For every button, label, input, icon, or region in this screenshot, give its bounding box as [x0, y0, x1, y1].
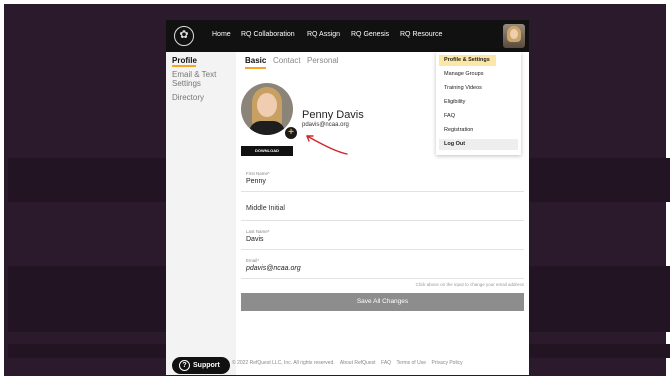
- tab-active-indicator: [245, 67, 266, 69]
- sidebar-item-email-text-settings[interactable]: Email & Text Settings: [172, 70, 232, 88]
- menu-item-faq[interactable]: FAQ: [439, 111, 518, 122]
- footer-link-terms[interactable]: Terms of Use: [397, 360, 426, 366]
- first-name-value[interactable]: Penny: [246, 178, 266, 185]
- email-value[interactable]: pdavis@ncaa.org: [246, 265, 301, 272]
- nav-home[interactable]: Home: [212, 31, 231, 38]
- email-label: Email*: [246, 258, 260, 263]
- menu-item-manage-groups[interactable]: Manage Groups: [439, 69, 518, 80]
- photo-body: [249, 121, 285, 135]
- first-name-field[interactable]: First Name* Penny: [241, 167, 524, 192]
- sidebar: Profile Email & Text Settings Directory: [166, 52, 236, 375]
- user-avatar-button[interactable]: [503, 24, 525, 48]
- footer-copyright: © 2022 RefQuest LLC, Inc. All rights res…: [232, 360, 335, 366]
- help-question-icon: ?: [179, 360, 190, 371]
- avatar-face: [510, 29, 518, 39]
- save-all-changes-button[interactable]: Save All Changes: [241, 293, 524, 311]
- photo-face: [257, 93, 277, 117]
- tab-personal[interactable]: Personal: [307, 56, 339, 65]
- top-navigation-bar: ✿ Home RQ Collaboration RQ Assign RQ Gen…: [166, 20, 529, 52]
- menu-item-eligibility[interactable]: Eligibility: [439, 97, 518, 108]
- profile-email: pdavis@ncaa.org: [302, 122, 349, 128]
- menu-item-training-videos[interactable]: Training Videos: [439, 83, 518, 94]
- tab-contact[interactable]: Contact: [273, 56, 301, 65]
- nav-rq-resource[interactable]: RQ Resource: [400, 31, 442, 38]
- middle-initial-field[interactable]: Middle Initial: [241, 196, 524, 221]
- nav-rq-genesis[interactable]: RQ Genesis: [351, 31, 389, 38]
- last-name-label: Last Name*: [246, 229, 270, 234]
- support-button[interactable]: ? Support: [172, 357, 230, 374]
- first-name-label: First Name*: [246, 171, 270, 176]
- last-name-field[interactable]: Last Name* Davis: [241, 225, 524, 250]
- support-label: Support: [193, 362, 220, 369]
- nav-rq-collaboration[interactable]: RQ Collaboration: [241, 31, 295, 38]
- email-field[interactable]: Email* pdavis@ncaa.org: [241, 254, 524, 279]
- add-photo-icon[interactable]: +: [285, 127, 297, 139]
- nav-rq-assign[interactable]: RQ Assign: [307, 31, 340, 38]
- profile-dropdown-menu: Profile & Settings Manage Groups Trainin…: [436, 52, 521, 155]
- menu-item-registration[interactable]: Registration: [439, 125, 518, 136]
- menu-item-log-out[interactable]: Log Out: [439, 139, 518, 150]
- profile-name: Penny Davis: [302, 109, 364, 121]
- footer-link-about[interactable]: About RefQuest: [340, 360, 376, 366]
- red-annotation-arrow-icon: [306, 135, 348, 155]
- middle-initial-placeholder[interactable]: Middle Initial: [246, 205, 285, 212]
- footer-link-faq[interactable]: FAQ: [381, 360, 391, 366]
- menu-item-profile-settings[interactable]: Profile & Settings: [439, 55, 496, 66]
- sidebar-item-directory[interactable]: Directory: [172, 93, 204, 102]
- tab-basic[interactable]: Basic: [245, 56, 266, 65]
- profile-photo: [241, 83, 293, 135]
- download-button[interactable]: DOWNLOAD: [241, 146, 293, 156]
- sidebar-active-indicator: [172, 65, 196, 67]
- last-name-value[interactable]: Davis: [246, 236, 264, 243]
- email-hint: Click above on the input to change your …: [415, 282, 524, 287]
- footer-link-privacy[interactable]: Privacy Policy: [432, 360, 463, 366]
- refquest-logo-icon[interactable]: ✿: [174, 26, 194, 46]
- footer: © 2022 RefQuest LLC, Inc. All rights res…: [232, 360, 463, 366]
- sidebar-item-profile[interactable]: Profile: [172, 56, 197, 65]
